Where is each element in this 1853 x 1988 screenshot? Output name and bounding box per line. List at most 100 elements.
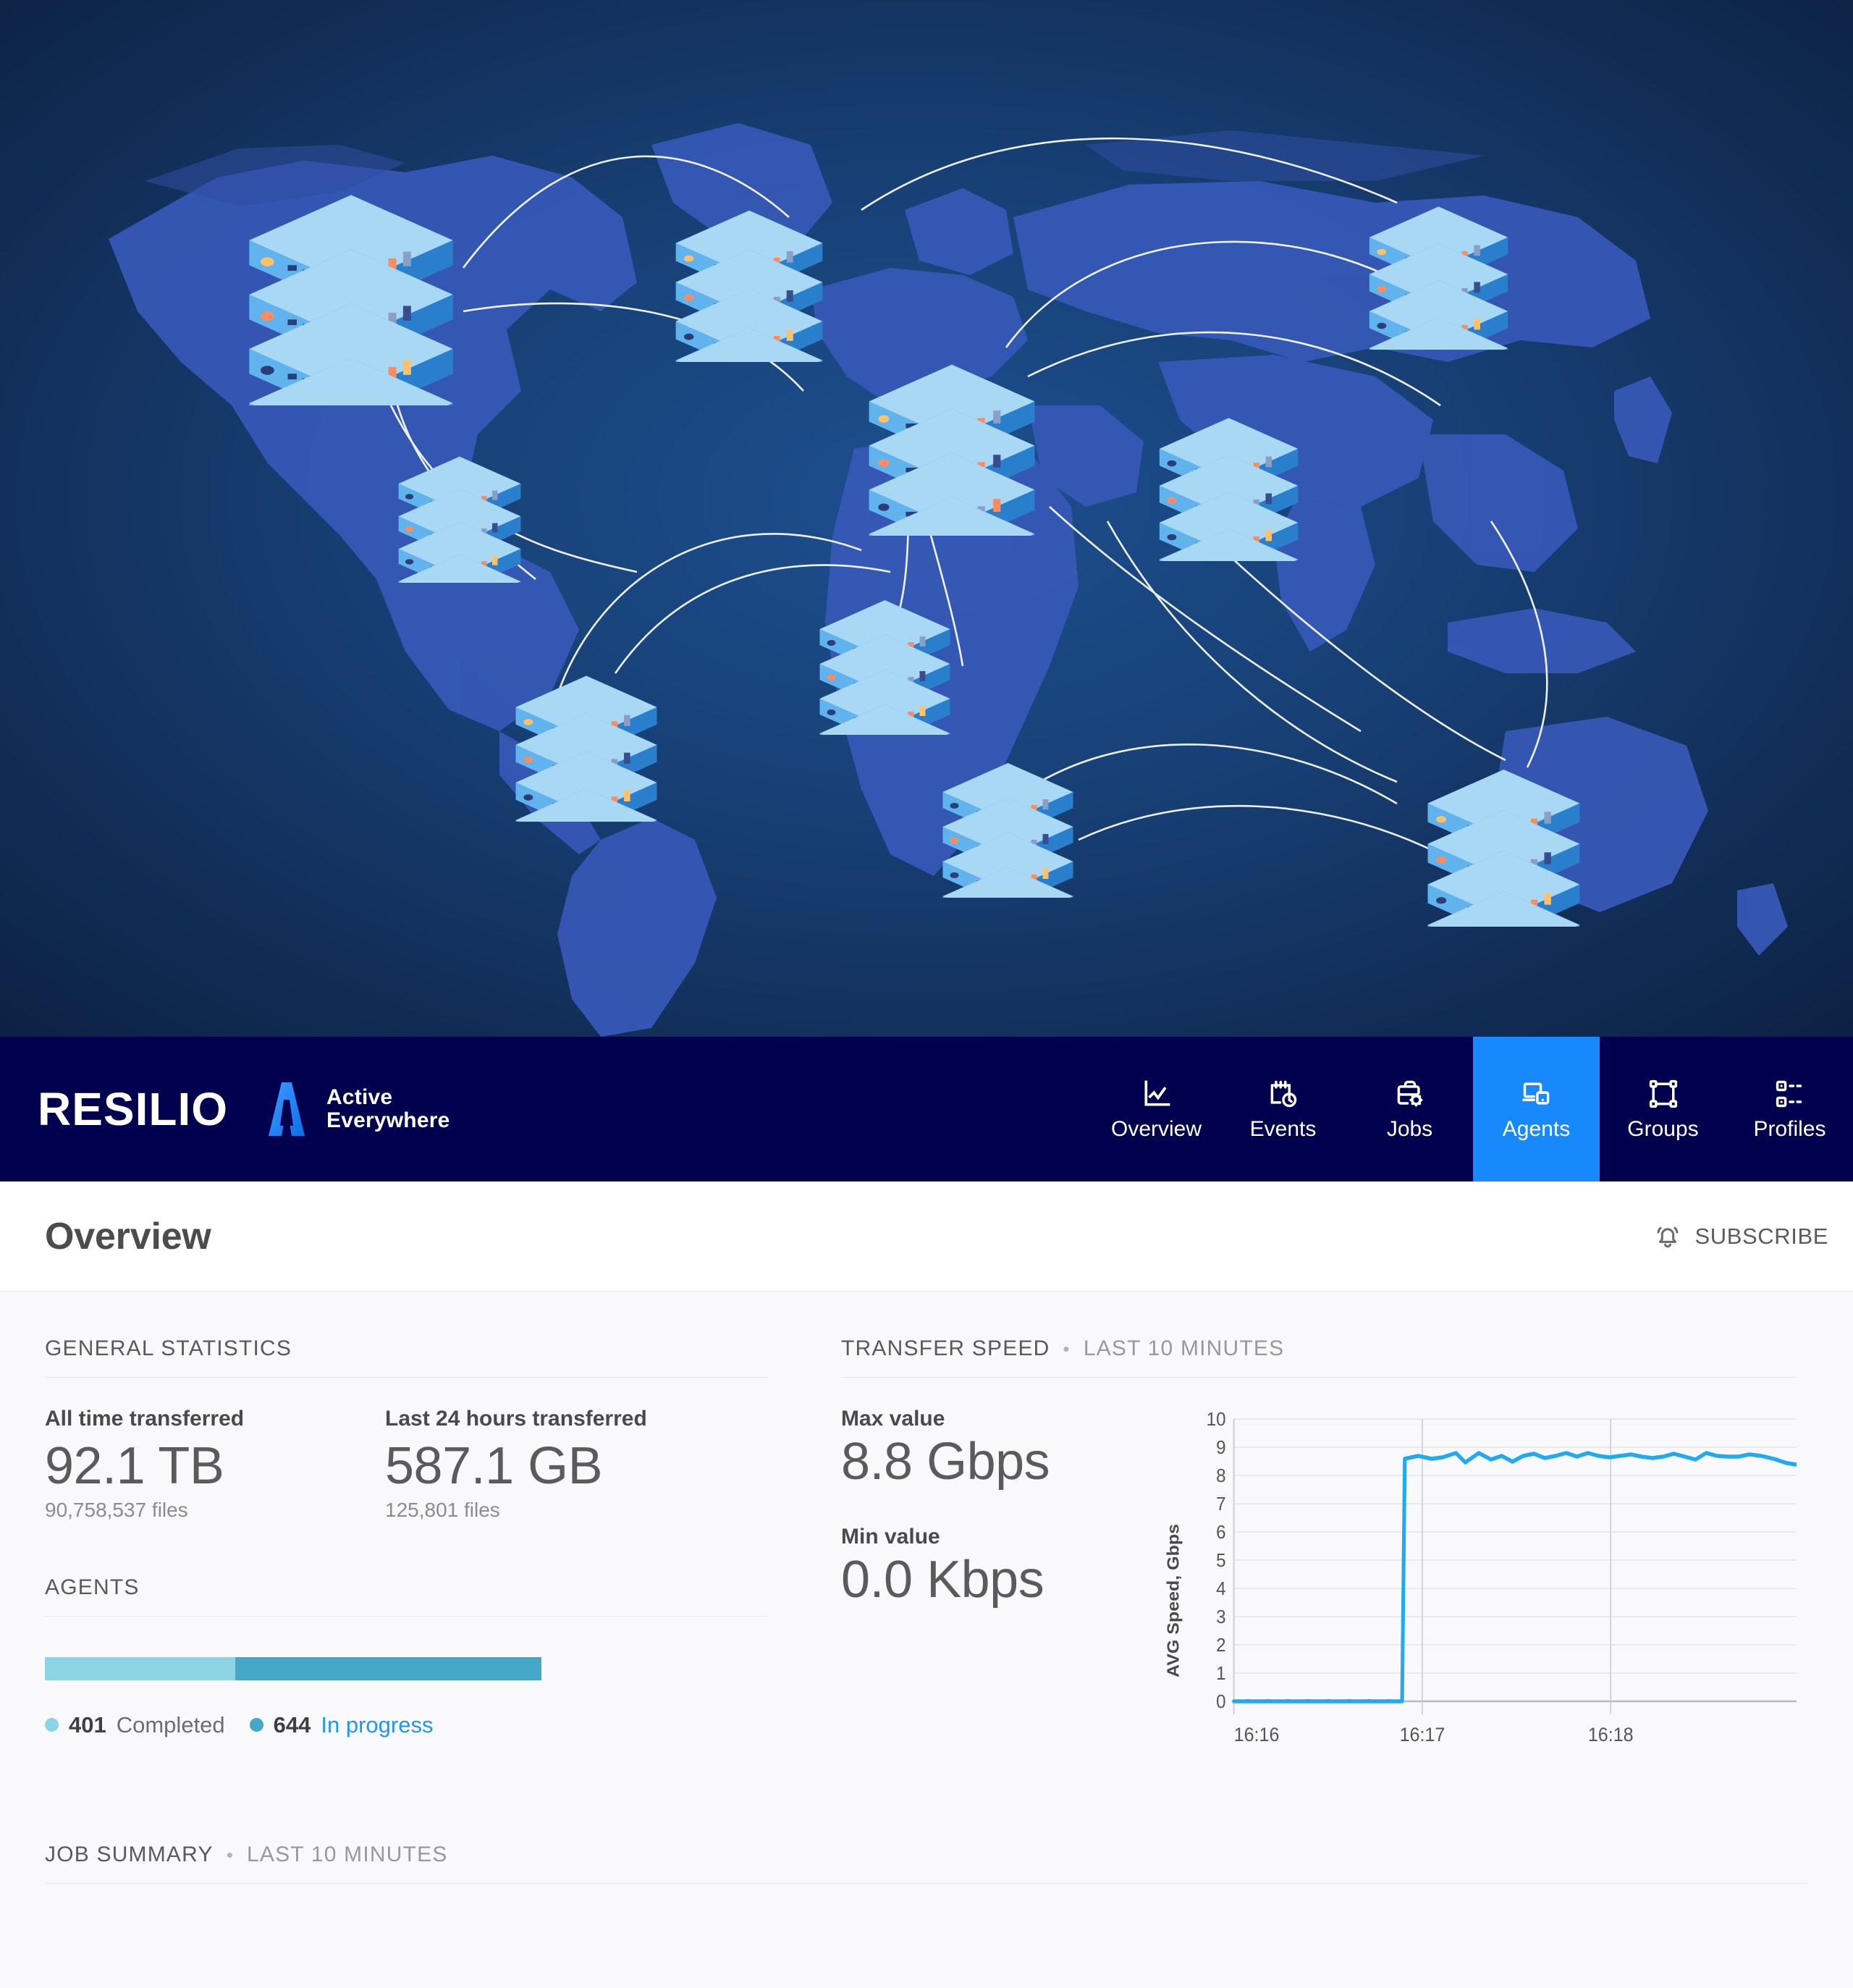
svg-text:2: 2 — [1216, 1635, 1225, 1656]
svg-text:7: 7 — [1216, 1494, 1225, 1515]
transfer-speed-values: Max value 8.8 Gbps Min value 0.0 Kbps — [841, 1407, 1164, 1790]
legend-item-completed: 401 Completed — [45, 1712, 225, 1738]
heading-period: LAST 10 MINUTES — [247, 1842, 448, 1866]
svg-text:16:17: 16:17 — [1400, 1723, 1445, 1745]
active-everywhere-lockup: Active Everywhere — [260, 1081, 449, 1137]
server-rack — [858, 315, 1046, 536]
briefcase-gear-icon — [1394, 1078, 1426, 1110]
server-rack — [811, 561, 959, 735]
stat-value: 587.1 GB — [385, 1437, 603, 1495]
transfer-speed-body: Max value 8.8 Gbps Min value 0.0 Kbps AV… — [841, 1407, 1797, 1790]
transfer-speed-heading: TRANSFER SPEED • LAST 10 MINUTES — [841, 1336, 1797, 1361]
legend-count: 401 — [69, 1711, 106, 1738]
nav-item-profiles[interactable]: Profiles — [1726, 1037, 1853, 1182]
dashboard-content: GENERAL STATISTICS All time transferred … — [0, 1292, 1853, 1988]
svg-text:1: 1 — [1216, 1663, 1225, 1684]
stat-value: 92.1 TB — [45, 1437, 224, 1495]
server-rack — [1361, 165, 1516, 350]
legend-dot-completed — [45, 1718, 59, 1732]
svg-text:5: 5 — [1216, 1550, 1225, 1571]
legend-dot-in-progress — [249, 1718, 263, 1732]
svg-text:8: 8 — [1216, 1465, 1225, 1486]
chart-series-line — [1232, 1451, 1797, 1703]
transfer-speed-chart[interactable]: AVG Speed, Gbps 10 9 8 7 6 5 4 3 2 1 0 1… — [1164, 1407, 1797, 1790]
server-rack-group — [0, 0, 1853, 1037]
bell-icon — [1652, 1221, 1683, 1252]
stat-files: 125,801 files — [385, 1498, 500, 1521]
nav-label: Profiles — [1753, 1117, 1826, 1141]
agents-progress-bar — [45, 1656, 541, 1680]
heading-separator: • — [1063, 1338, 1071, 1360]
chart-gridlines — [1233, 1418, 1797, 1674]
divider — [45, 1377, 769, 1378]
svg-text:9: 9 — [1216, 1437, 1225, 1458]
progress-segment-in-progress — [235, 1656, 541, 1680]
section-title: TRANSFER SPEED — [841, 1336, 1050, 1360]
legend-count: 644 — [273, 1711, 311, 1738]
server-rack — [934, 724, 1082, 898]
legend-label-link[interactable]: In progress — [321, 1712, 433, 1738]
nav-item-events[interactable]: Events — [1220, 1037, 1346, 1182]
progress-segment-completed — [45, 1656, 236, 1680]
group-nodes-icon — [1647, 1078, 1679, 1110]
brand-block: RESILIO Active Everywhere — [0, 1037, 449, 1182]
stat-last-24h-transferred: Last 24 hours transferred 587.1 GB 125,8… — [385, 1407, 647, 1522]
tagline-line-2: Everywhere — [326, 1108, 450, 1132]
chart-y-ticks: 10 9 8 7 6 5 4 3 2 1 0 — [1207, 1409, 1226, 1712]
job-summary-heading: JOB SUMMARY • LAST 10 MINUTES — [45, 1842, 1808, 1867]
agents-section: AGENTS 401 Completed 644 In progress — [45, 1575, 769, 1738]
agents-heading: AGENTS — [45, 1575, 769, 1600]
nav-item-agents[interactable]: Agents — [1473, 1037, 1600, 1182]
active-everywhere-text: Active Everywhere — [326, 1086, 449, 1132]
resilio-logo[interactable]: RESILIO — [38, 1086, 228, 1132]
page-title: Overview — [45, 1215, 211, 1258]
legend-label: Completed — [116, 1711, 225, 1738]
hero-banner — [0, 0, 1853, 1037]
svg-text:4: 4 — [1216, 1578, 1225, 1599]
svg-text:16:16: 16:16 — [1234, 1723, 1280, 1745]
columns: GENERAL STATISTICS All time transferred … — [45, 1336, 1808, 1790]
nav-label: Jobs — [1386, 1117, 1433, 1141]
chart-x-ticks: 16:16 16:17 16:18 — [1234, 1723, 1634, 1745]
server-rack — [507, 633, 666, 822]
divider — [45, 1883, 1808, 1884]
legend-item-in-progress[interactable]: 644 In progress — [249, 1711, 433, 1738]
server-rack — [391, 420, 528, 583]
max-value: 8.8 Gbps — [841, 1433, 1050, 1491]
general-statistics-section: GENERAL STATISTICS All time transferred … — [45, 1336, 769, 1522]
max-value-label: Max value — [841, 1407, 945, 1431]
server-rack — [1151, 376, 1307, 561]
heading-period: LAST 10 MINUTES — [1083, 1336, 1285, 1360]
section-title: AGENTS — [45, 1575, 140, 1599]
chart-line-icon — [1141, 1078, 1173, 1110]
nav-item-jobs[interactable]: Jobs — [1346, 1037, 1473, 1182]
svg-text:6: 6 — [1216, 1522, 1225, 1543]
divider — [841, 1377, 1797, 1378]
tagline-line-1: Active — [326, 1085, 393, 1110]
svg-text:3: 3 — [1216, 1606, 1225, 1627]
divider — [45, 1615, 769, 1617]
nav-label: Events — [1249, 1117, 1317, 1141]
svg-text:16:18: 16:18 — [1588, 1723, 1634, 1745]
subscribe-label: SUBSCRIBE — [1694, 1223, 1828, 1249]
svg-text:0: 0 — [1216, 1691, 1225, 1712]
nav-item-overview[interactable]: Overview — [1093, 1037, 1220, 1182]
nav-item-groups[interactable]: Groups — [1600, 1037, 1726, 1182]
subscribe-button[interactable]: SUBSCRIBE — [1652, 1221, 1828, 1252]
server-rack — [235, 134, 467, 405]
statistics-row: All time transferred 92.1 TB 90,758,537 … — [45, 1407, 769, 1522]
stat-label: Last 24 hours transferred — [385, 1407, 647, 1431]
nav-items: Overview Events Jobs Agents Groups Profi… — [1093, 1037, 1853, 1182]
job-summary-section: JOB SUMMARY • LAST 10 MINUTES — [45, 1842, 1808, 1884]
min-value: 0.0 Kbps — [841, 1550, 1044, 1609]
main-navigation-bar: RESILIO Active Everywhere Overview Event… — [0, 1037, 1853, 1182]
profiles-list-icon — [1774, 1078, 1806, 1110]
server-rack — [1419, 724, 1589, 927]
left-column: GENERAL STATISTICS All time transferred … — [45, 1336, 769, 1790]
svg-text:10: 10 — [1207, 1409, 1226, 1430]
nav-label: Groups — [1627, 1117, 1699, 1141]
transfer-speed-section: TRANSFER SPEED • LAST 10 MINUTES Max val… — [841, 1336, 1797, 1790]
stat-label: All time transferred — [45, 1407, 245, 1431]
